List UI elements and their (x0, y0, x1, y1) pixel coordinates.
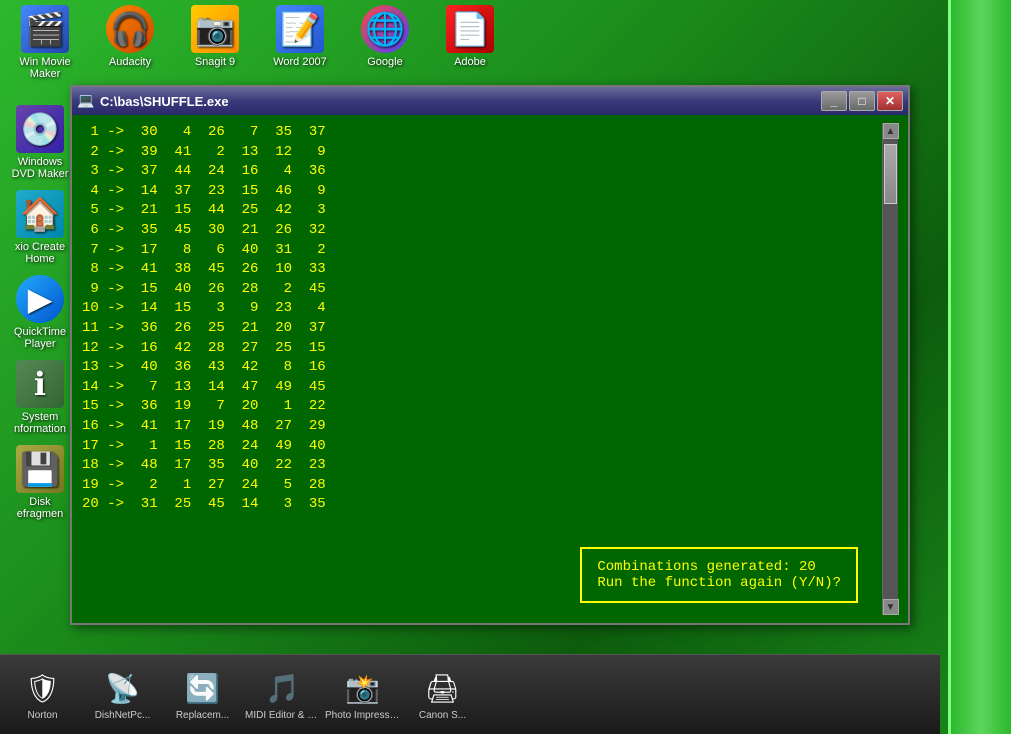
win-movie-maker-icon: 🎬 (21, 5, 69, 53)
prompt-line1: Combinations generated: 20 (597, 559, 841, 575)
window-title: C:\bas\SHUFFLE.exe (100, 94, 821, 109)
console-output: 1 -> 30 4 26 7 35 37 2 -> 39 41 2 13 12 … (82, 123, 882, 615)
disk-label: Diskefragmen (17, 496, 63, 520)
adobe-label: Adobe (454, 56, 486, 68)
disk-icon: 💾 (16, 445, 64, 493)
google-label: Google (367, 56, 402, 68)
quicktime-icon: ▶ (16, 275, 64, 323)
desktop-icon-windows-dvd[interactable]: 💿 WindowsDVD Maker (5, 105, 75, 180)
minimize-button[interactable]: _ (821, 91, 847, 111)
desktop-icon-google[interactable]: 🌐 Google (350, 5, 420, 68)
windows-dvd-icon: 💿 (16, 105, 64, 153)
snagit-icon: 📷 (191, 5, 239, 53)
scrollbar-track[interactable] (883, 139, 898, 599)
canon-icon: 🖨 (423, 668, 463, 708)
canon-label: Canon S... (405, 710, 480, 721)
desktop-icon-system[interactable]: ℹ Systemnformation (5, 360, 75, 435)
dishnetpc-label: DishNetPc... (85, 710, 160, 721)
snagit-label: Snagit 9 (195, 56, 235, 68)
taskbar-replacem[interactable]: 🔄 Replacem... (165, 668, 240, 721)
taskbar-dishnetpc[interactable]: 📡 DishNetPc... (85, 668, 160, 721)
desktop-icon-quicktime[interactable]: ▶ QuickTimePlayer (5, 275, 75, 350)
axio-label: xio CreateHome (15, 241, 65, 265)
console-body: 1 -> 30 4 26 7 35 37 2 -> 39 41 2 13 12 … (72, 115, 908, 623)
desktop-icon-word[interactable]: 📝 Word 2007 (265, 5, 335, 68)
audacity-label: Audacity (109, 56, 151, 68)
desktop: 🎬 Win Movie Maker 🎧 Audacity 📷 Snagit 9 … (0, 0, 1011, 734)
desktop-icon-disk[interactable]: 💾 Diskefragmen (5, 445, 75, 520)
system-icon: ℹ (16, 360, 64, 408)
prompt-box: Combinations generated: 20 Run the funct… (580, 547, 858, 603)
taskbar: 🛡 Norton 📡 DishNetPc... 🔄 Replacem... 🎵 … (0, 654, 940, 734)
taskbar-midi-editor[interactable]: 🎵 MIDI Editor & Lotto WE... (245, 668, 320, 721)
scrollbar[interactable]: ▲ ▼ (882, 123, 898, 615)
desktop-icon-audacity[interactable]: 🎧 Audacity (95, 5, 165, 68)
windows-dvd-label: WindowsDVD Maker (12, 156, 69, 180)
scrollbar-thumb[interactable] (884, 144, 897, 204)
midi-editor-label: MIDI Editor & Lotto WE... (245, 710, 320, 721)
word-icon: 📝 (276, 5, 324, 53)
win-movie-maker-label: Win Movie Maker (10, 56, 80, 80)
word-label: Word 2007 (273, 56, 327, 68)
midi-editor-icon: 🎵 (263, 668, 303, 708)
dishnetpc-icon: 📡 (103, 668, 143, 708)
window-app-icon: 💻 (77, 92, 95, 110)
photo-impression-icon: 📸 (343, 668, 383, 708)
desktop-icon-win-movie-maker[interactable]: 🎬 Win Movie Maker (10, 5, 80, 80)
replacem-icon: 🔄 (183, 668, 223, 708)
scroll-down-arrow[interactable]: ▼ (883, 599, 899, 615)
quicktime-label: QuickTimePlayer (14, 326, 66, 350)
system-label: Systemnformation (14, 411, 66, 435)
norton-label: Norton (5, 710, 80, 721)
taskbar-norton[interactable]: 🛡 Norton (5, 668, 80, 721)
google-icon: 🌐 (361, 5, 409, 53)
maximize-button[interactable]: □ (849, 91, 875, 111)
shuffle-window: 💻 C:\bas\SHUFFLE.exe _ □ ✕ 1 -> 30 4 26 … (70, 85, 910, 625)
axio-icon: 🏠 (16, 190, 64, 238)
window-controls: _ □ ✕ (821, 91, 903, 111)
left-icon-column: 💿 WindowsDVD Maker 🏠 xio CreateHome ▶ Qu… (0, 100, 80, 525)
prompt-line2: Run the function again (Y/N)? (597, 575, 841, 591)
desktop-icon-snagit[interactable]: 📷 Snagit 9 (180, 5, 250, 68)
replacem-label: Replacem... (165, 710, 240, 721)
taskbar-photo-impression[interactable]: 📸 Photo Impression 5 (325, 668, 400, 721)
audacity-icon: 🎧 (106, 5, 154, 53)
desktop-icon-adobe[interactable]: 📄 Adobe (435, 5, 505, 68)
desktop-icon-axio[interactable]: 🏠 xio CreateHome (5, 190, 75, 265)
scroll-up-arrow[interactable]: ▲ (883, 123, 899, 139)
top-icon-row: 🎬 Win Movie Maker 🎧 Audacity 📷 Snagit 9 … (0, 0, 515, 85)
close-button[interactable]: ✕ (877, 91, 903, 111)
taskbar-canon[interactable]: 🖨 Canon S... (405, 668, 480, 721)
photo-impression-label: Photo Impression 5 (325, 710, 400, 721)
window-titlebar: 💻 C:\bas\SHUFFLE.exe _ □ ✕ (72, 87, 908, 115)
norton-icon: 🛡 (23, 668, 63, 708)
adobe-icon: 📄 (446, 5, 494, 53)
